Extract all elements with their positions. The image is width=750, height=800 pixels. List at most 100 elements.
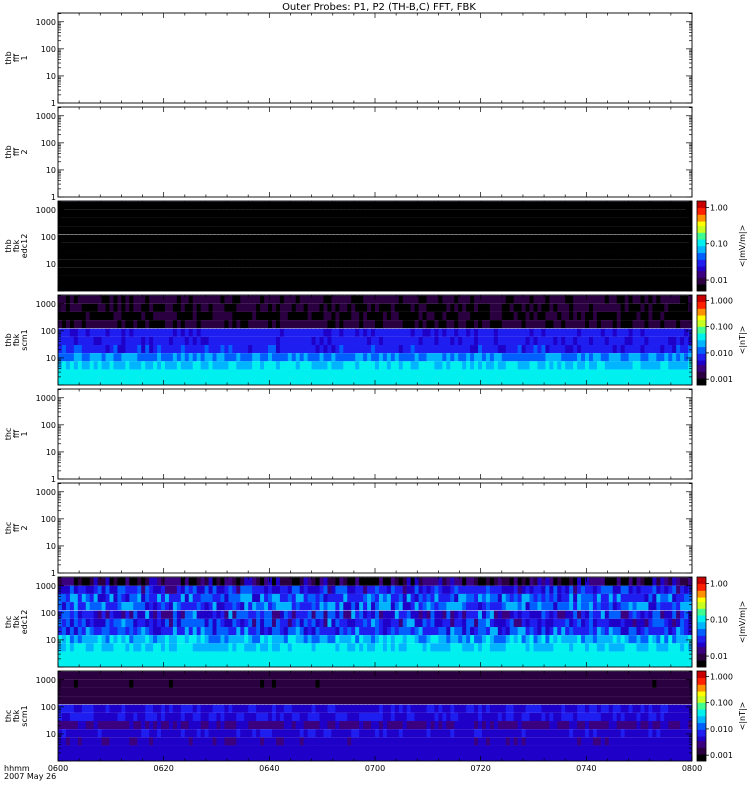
spectrogram-cell (585, 345, 590, 354)
spectrogram-cell (355, 267, 360, 276)
spectrogram-cell (529, 201, 534, 210)
spectrogram-cell (386, 610, 392, 619)
spectrogram-cell (184, 267, 190, 276)
spectrogram-cell (632, 209, 637, 218)
spectrogram-cell (565, 217, 570, 227)
colorbar-tick-label: 0.001 (710, 375, 733, 384)
spectrogram-cell (168, 242, 174, 252)
spectrogram-cell (414, 361, 419, 370)
spectrogram-cell (236, 602, 241, 611)
spectrogram-cell (97, 361, 102, 370)
spectrogram-cell (244, 217, 249, 227)
spectrogram-cell (616, 602, 622, 611)
spectrogram-cell (311, 267, 316, 276)
spectrogram-cell (61, 328, 67, 337)
spectrogram-cell (93, 320, 99, 329)
spectrogram-cell (422, 242, 427, 252)
spectrogram-cell (355, 610, 360, 619)
spectrogram-cell (398, 602, 404, 611)
spectrogram-cell (684, 328, 689, 337)
spectrogram-cell (525, 336, 530, 346)
spectrogram-cell (581, 303, 586, 312)
spectrogram-cell (474, 311, 479, 321)
spectrogram-cell (616, 361, 622, 370)
spectrogram-cell (664, 593, 669, 603)
panel-ylabel: edc12 (20, 234, 29, 259)
spectrogram-cell (129, 361, 134, 370)
spectrogram-cell (105, 209, 110, 218)
spectrogram-cell (398, 234, 404, 243)
spectrogram-cell (264, 345, 269, 354)
spectrogram-cell (268, 226, 273, 235)
spectrogram-cell (672, 259, 677, 268)
spectrogram-cell (600, 311, 606, 321)
spectrogram-cell (327, 251, 332, 260)
spectrogram-cell (406, 311, 412, 321)
spectrogram-cell (137, 234, 142, 243)
spectrogram-cell (585, 242, 590, 252)
spectrogram-cell (521, 345, 526, 354)
y-ticks (57, 389, 693, 480)
spectrogram-cell (58, 345, 63, 354)
spectrogram-cell (596, 295, 602, 304)
spectrogram-cell (466, 328, 471, 337)
spectrogram-cell (287, 610, 293, 619)
colorbar-swatch (697, 373, 706, 377)
spectrogram-cell (390, 577, 396, 586)
spectrogram-cell (672, 602, 677, 611)
spectrogram-cell (319, 295, 324, 304)
spectrogram-cell (232, 320, 237, 329)
spectrogram-cell (505, 577, 511, 586)
spectrogram-cell (141, 336, 146, 346)
spectrogram-cell (561, 209, 566, 218)
spectrogram-cell (402, 251, 408, 260)
spectrogram-cell (145, 585, 150, 594)
spectrogram-cell (656, 209, 661, 218)
spectrogram-cell (592, 593, 598, 603)
spectrogram-cell (204, 345, 209, 354)
spectrogram-cell (553, 201, 558, 210)
spectrogram-cell (644, 311, 649, 321)
spectrogram-cell (145, 336, 150, 346)
spectrogram-cell (291, 201, 297, 210)
colorbar-swatch (697, 210, 706, 213)
spectrogram-cell (315, 201, 320, 210)
spectrogram-cell (497, 209, 503, 218)
spectrogram-cell (608, 242, 614, 252)
colorbar-swatch (697, 259, 706, 263)
spectrogram-cell (434, 209, 439, 218)
spectrogram-cell (668, 303, 673, 312)
spectrogram-cell (351, 610, 356, 619)
spectrogram-cell (652, 242, 657, 252)
spectrogram-cell (367, 610, 372, 619)
spectrogram-cell (228, 336, 233, 346)
spectrogram-cell (212, 295, 217, 304)
spectrogram-cell (180, 303, 186, 312)
spectrogram-cell (561, 320, 566, 329)
spectrogram-cell (410, 610, 416, 619)
spectrogram-cell (513, 242, 519, 252)
spectrogram-cell (109, 303, 114, 312)
spectrogram-cell (525, 345, 530, 354)
spectrogram-cell (200, 267, 206, 276)
spectrogram-cell (347, 311, 352, 321)
spectrogram-cell (264, 610, 269, 619)
spectrogram-cell (684, 593, 689, 603)
colorbar-swatch (697, 304, 706, 307)
spectrogram-cell (521, 328, 526, 337)
spectrogram-cell (462, 267, 467, 276)
spectrogram-cell (121, 259, 126, 268)
spectrogram-cell (184, 217, 190, 227)
spectrogram-cell (485, 320, 491, 329)
spectrogram-cell (442, 361, 447, 370)
spectrogram-cell (620, 593, 626, 603)
spectrogram-cell (275, 336, 281, 346)
spectrogram-cells (58, 201, 693, 291)
spectrogram-cell (652, 201, 657, 210)
spectrogram-cell (351, 267, 356, 276)
spectrogram-cell (592, 217, 598, 227)
spectrogram-cell (497, 610, 503, 619)
spectrogram-cell (164, 610, 170, 619)
spectrogram-cell (65, 328, 71, 337)
spectrogram-cell (224, 259, 229, 268)
